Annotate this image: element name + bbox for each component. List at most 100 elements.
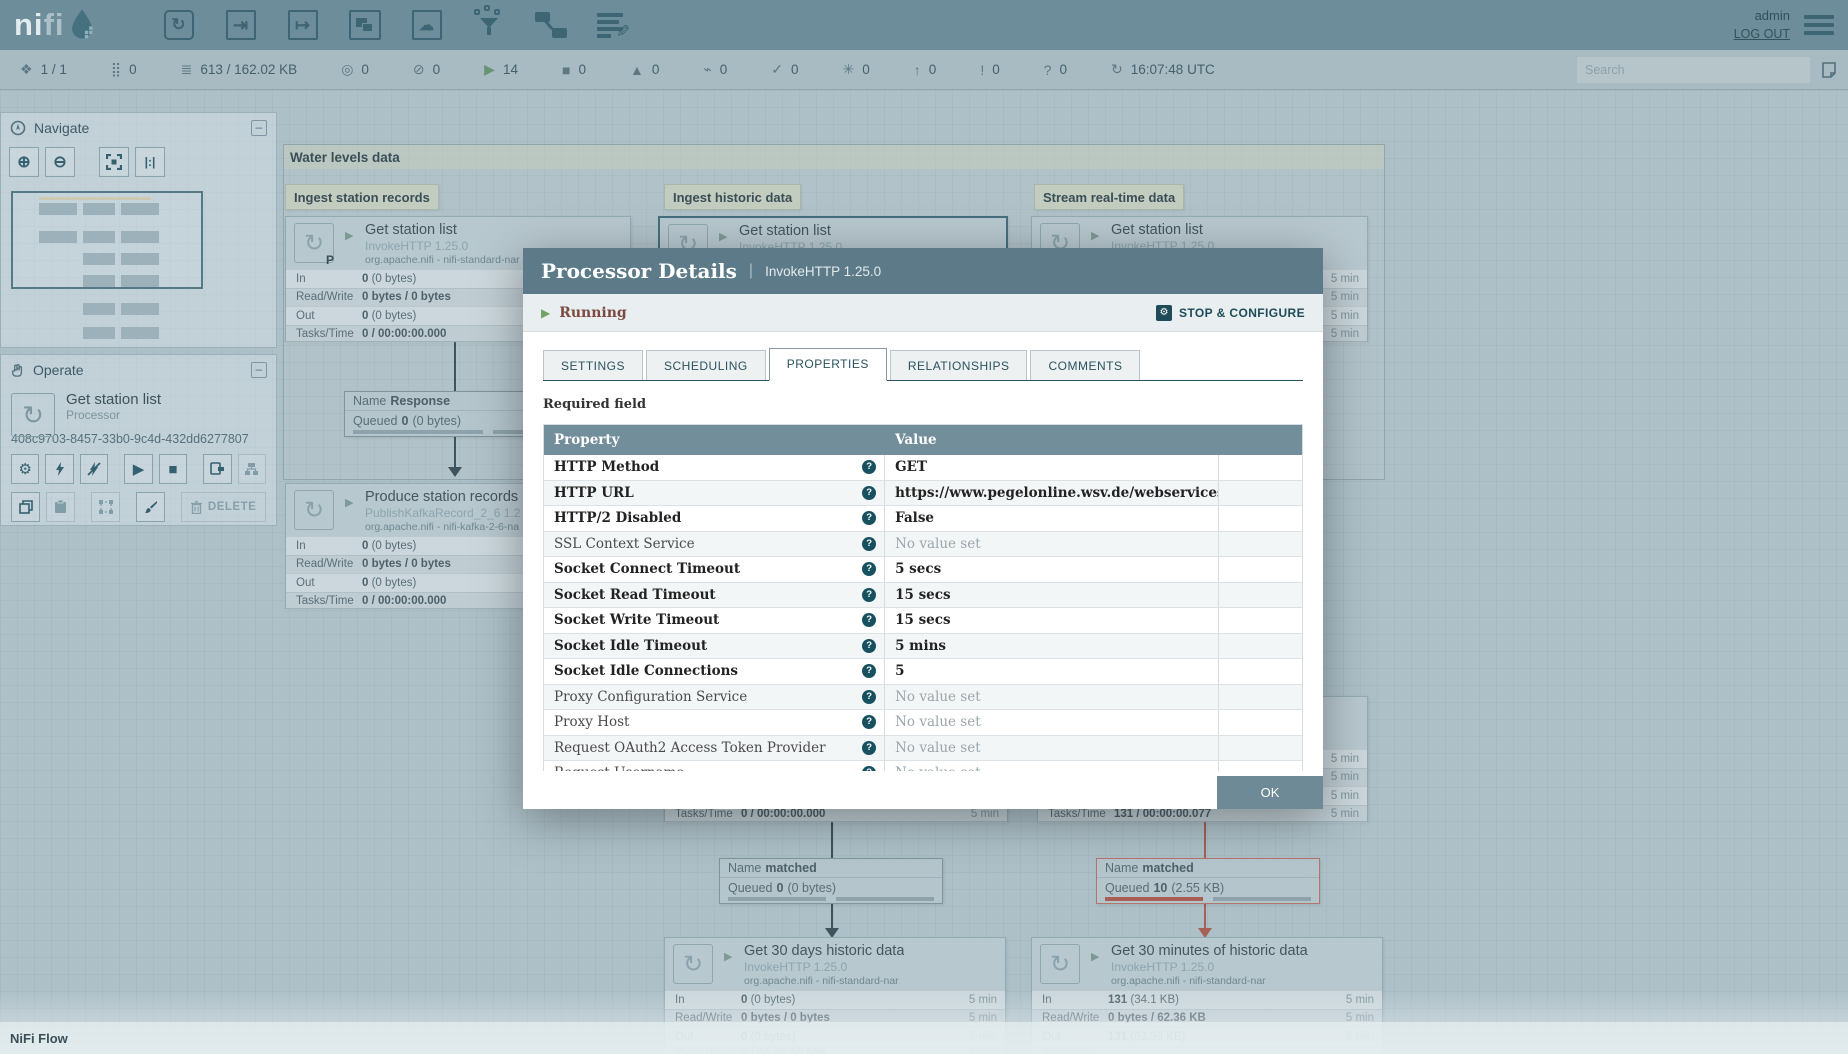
- locally-modified-stale-status: ! 0: [980, 61, 999, 78]
- help-icon[interactable]: ?: [862, 740, 877, 755]
- running-label: Running: [559, 304, 627, 321]
- tab-settings[interactable]: SETTINGS: [543, 350, 644, 380]
- property-row[interactable]: SSL Context Service? No value set: [544, 531, 1302, 557]
- bulletin-board-icon[interactable]: [1818, 59, 1840, 81]
- help-icon[interactable]: ?: [862, 587, 877, 602]
- property-row[interactable]: Socket Idle Timeout? 5 mins: [544, 633, 1302, 659]
- property-row[interactable]: Socket Write Timeout? 15 secs: [544, 608, 1302, 634]
- property-row[interactable]: Socket Idle Connections? 5: [544, 659, 1302, 685]
- label-icon[interactable]: ✎: [595, 7, 631, 43]
- input-port-icon[interactable]: ⇥: [223, 7, 259, 43]
- canvas-label-ingest-station-records[interactable]: Ingest station records: [285, 184, 439, 210]
- output-port-icon[interactable]: ↦: [285, 7, 321, 43]
- disabled-count: 0: [719, 62, 728, 77]
- stop-and-configure-button[interactable]: ⚙ STOP & CONFIGURE: [1156, 304, 1305, 321]
- ok-button[interactable]: OK: [1217, 776, 1323, 809]
- property-value[interactable]: https://www.pegelonline.wsv.de/webservic…: [885, 480, 1219, 505]
- property-row[interactable]: Proxy Host? No value set: [544, 710, 1302, 736]
- running-status-icon: ▶: [1091, 230, 1100, 242]
- group-button[interactable]: [91, 492, 121, 522]
- zoom-actual-size-button[interactable]: |:|: [135, 147, 165, 177]
- fill-color-button[interactable]: [136, 492, 166, 522]
- collapse-navigate-button[interactable]: –: [251, 120, 267, 136]
- property-row[interactable]: Socket Read Timeout? 15 secs: [544, 582, 1302, 608]
- help-icon[interactable]: ?: [862, 613, 877, 628]
- property-row[interactable]: Request Username? No value set: [544, 761, 1302, 771]
- help-icon[interactable]: ?: [862, 689, 877, 704]
- property-name: SSL Context Service: [554, 535, 695, 552]
- copy-button[interactable]: [11, 492, 41, 522]
- funnel-icon[interactable]: [471, 5, 507, 43]
- processor-name: Get station list: [365, 222, 457, 238]
- transmitting-icon: ◎: [341, 61, 354, 77]
- property-row[interactable]: Socket Connect Timeout? 5 secs: [544, 557, 1302, 583]
- enable-button[interactable]: [45, 454, 74, 484]
- search-input[interactable]: [1577, 57, 1810, 83]
- stale-status: ↑ 0: [914, 61, 937, 78]
- help-icon[interactable]: ?: [862, 638, 877, 653]
- navigate-title: Navigate: [34, 120, 90, 136]
- locally-modified-stale-icon: !: [980, 61, 985, 78]
- property-value[interactable]: 15 secs: [885, 608, 1219, 633]
- help-icon[interactable]: ?: [862, 664, 877, 679]
- property-row[interactable]: HTTP/2 Disabled? False: [544, 506, 1302, 532]
- property-value[interactable]: 5 secs: [885, 557, 1219, 582]
- tab-properties[interactable]: PROPERTIES: [768, 348, 887, 381]
- remote-process-group-icon[interactable]: ☁: [409, 7, 445, 43]
- tab-relationships[interactable]: RELATIONSHIPS: [889, 350, 1028, 380]
- refresh-icon[interactable]: ↻: [1111, 61, 1123, 78]
- property-value[interactable]: 5: [885, 659, 1219, 684]
- save-flow-version-button[interactable]: [203, 454, 232, 484]
- configure-button[interactable]: ⚙: [11, 454, 40, 484]
- property-value[interactable]: No value set: [885, 761, 1219, 771]
- collapse-operate-button[interactable]: –: [251, 362, 267, 378]
- running-icon: ▶: [484, 61, 495, 77]
- property-value[interactable]: GET: [885, 455, 1219, 480]
- logout-link[interactable]: LOG OUT: [1734, 25, 1790, 44]
- help-icon[interactable]: ?: [862, 485, 877, 500]
- delete-button[interactable]: DELETE: [181, 492, 267, 522]
- property-value[interactable]: No value set: [885, 710, 1219, 735]
- disable-button[interactable]: [79, 454, 109, 484]
- threads-count: 0: [129, 62, 137, 77]
- canvas-label-stream-real-time-data[interactable]: Stream real-time data: [1034, 184, 1185, 210]
- property-value[interactable]: No value set: [885, 684, 1219, 709]
- property-value[interactable]: 5 mins: [885, 633, 1219, 658]
- property-value[interactable]: No value set: [885, 735, 1219, 760]
- help-icon[interactable]: ?: [862, 511, 877, 526]
- tab-comments[interactable]: COMMENTS: [1030, 350, 1141, 380]
- property-value[interactable]: No value set: [885, 531, 1219, 556]
- breadcrumb-nifi-flow[interactable]: NiFi Flow: [10, 1031, 68, 1046]
- canvas-label-ingest-historic-data[interactable]: Ingest historic data: [664, 184, 802, 210]
- navigate-panel: Navigate – ⊕ ⊖ |:|: [0, 112, 277, 348]
- global-menu-icon[interactable]: [1804, 11, 1834, 39]
- template-icon[interactable]: [533, 7, 569, 43]
- help-icon[interactable]: ?: [862, 715, 877, 730]
- connection-label-matched-1[interactable]: Name matched Queued 0 (0 bytes): [719, 858, 943, 904]
- help-icon[interactable]: ?: [862, 536, 877, 551]
- property-row-extra: [1219, 659, 1302, 684]
- tab-scheduling[interactable]: SCHEDULING: [646, 350, 766, 380]
- zoom-in-button[interactable]: ⊕: [9, 147, 39, 177]
- help-icon[interactable]: ?: [862, 766, 877, 771]
- property-row[interactable]: Request OAuth2 Access Token Provider? No …: [544, 735, 1302, 761]
- birdseye-minimap[interactable]: [9, 189, 268, 339]
- processor-icon[interactable]: ↻: [161, 7, 197, 43]
- change-version-button[interactable]: [237, 454, 266, 484]
- zoom-fit-button[interactable]: [99, 147, 129, 177]
- property-row[interactable]: Proxy Configuration Service? No value set: [544, 684, 1302, 710]
- property-value[interactable]: 15 secs: [885, 582, 1219, 607]
- status-items: ❖ 1 / 1 ⣿ 0 ≣ 613 / 162.02 KB ◎ 0 ⊘ 0 ▶ 14 ■ 0 ▲ 0 ⌁ 0 ✓ 0 ✳…: [20, 61, 1111, 78]
- property-row[interactable]: HTTP Method? GET: [544, 455, 1302, 481]
- property-value[interactable]: False: [885, 506, 1219, 531]
- paste-button[interactable]: [46, 492, 76, 522]
- nifi-application: ni fi ↻ ⇥ ↦ ☁ ✎ admin LOG OUT ❖ 1 / 1 ⣿ …: [0, 0, 1848, 1054]
- property-row[interactable]: HTTP URL? https://www.pegelonline.wsv.de/…: [544, 480, 1302, 506]
- start-button[interactable]: ▶: [124, 454, 153, 484]
- process-group-icon[interactable]: [347, 7, 383, 43]
- help-icon[interactable]: ?: [862, 562, 877, 577]
- stop-button[interactable]: ■: [158, 454, 188, 484]
- connection-label-matched-2[interactable]: Name matched Queued 10 (2.55 KB): [1096, 858, 1320, 904]
- help-icon[interactable]: ?: [862, 460, 877, 475]
- zoom-out-button[interactable]: ⊖: [45, 147, 75, 177]
